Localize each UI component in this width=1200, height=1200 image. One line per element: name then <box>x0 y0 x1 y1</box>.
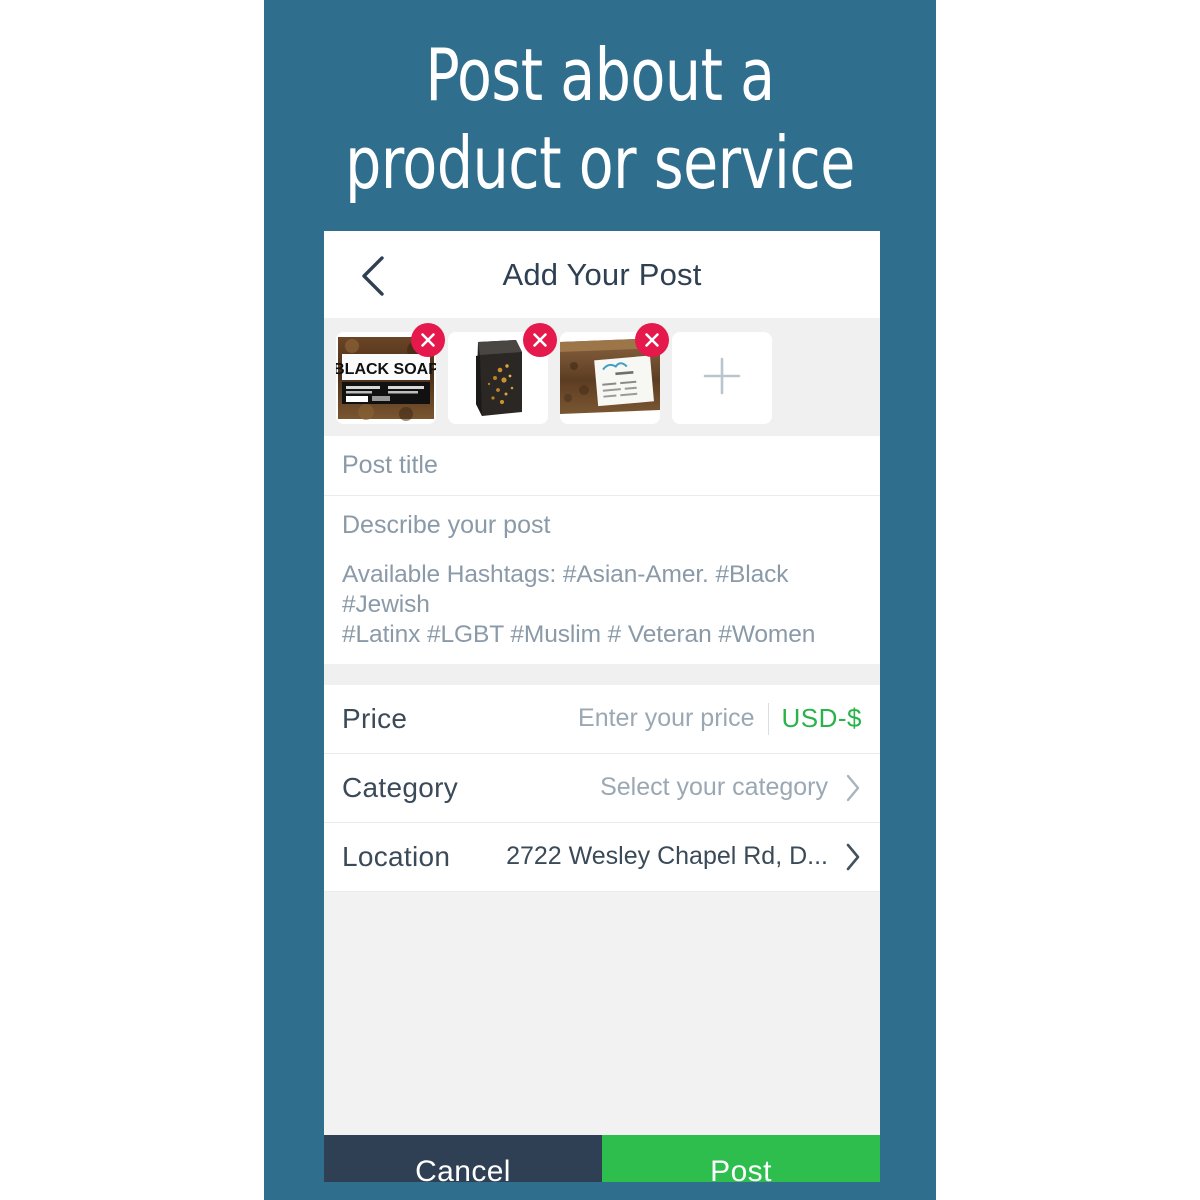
action-bar: Cancel Post <box>324 1134 880 1182</box>
price-label: Price <box>342 702 408 734</box>
remove-photo-button[interactable] <box>635 323 669 357</box>
post-button[interactable]: Post <box>602 1134 880 1182</box>
promo-heading: Post about a product or service <box>345 33 855 205</box>
svg-text:BLACK SOAP: BLACK SOAP <box>336 361 436 378</box>
category-placeholder: Select your category <box>600 773 828 802</box>
post-title-placeholder: Post title <box>342 451 438 479</box>
price-row[interactable]: Price Enter your price USD-$ <box>324 684 880 754</box>
close-icon <box>531 331 549 349</box>
available-hashtags-text: Available Hashtags: #Asian-Amer. #Black … <box>342 561 816 648</box>
location-row[interactable]: Location 2722 Wesley Chapel Rd, D... <box>324 822 880 892</box>
plus-icon <box>699 353 745 404</box>
photo-thumbnail-strip: BLACK SOAP <box>324 318 880 436</box>
screenshot-root: Post about a product or service Add Your… <box>0 0 1200 1200</box>
chevron-right-icon <box>844 772 862 804</box>
category-label: Category <box>342 771 459 803</box>
location-label: Location <box>342 840 451 872</box>
section-gap-divider <box>324 663 880 685</box>
app-header: Add Your Post <box>324 231 880 318</box>
chevron-left-icon <box>358 254 388 298</box>
phone-screen-card: Add Your Post BLACK SOAP Post title Desc… <box>324 231 880 1182</box>
remove-photo-button[interactable] <box>411 323 445 357</box>
chevron-right-icon <box>844 841 862 873</box>
page-title: Add Your Post <box>502 256 702 292</box>
photo-thumbnail[interactable] <box>448 323 557 424</box>
post-title-field[interactable]: Post title <box>324 436 880 496</box>
currency-selector[interactable]: USD-$ <box>781 703 862 734</box>
price-input-placeholder[interactable]: Enter your price <box>578 704 754 733</box>
category-row[interactable]: Category Select your category <box>324 753 880 823</box>
post-description-field[interactable]: Describe your post <box>324 496 880 554</box>
add-photo-button[interactable] <box>672 332 772 424</box>
photo-thumbnail[interactable]: BLACK SOAP <box>336 323 445 424</box>
close-icon <box>643 331 661 349</box>
post-description-placeholder: Describe your post <box>342 510 551 539</box>
available-hashtags-block: Available Hashtags: #Asian-Amer. #Black … <box>324 554 880 664</box>
cancel-button[interactable]: Cancel <box>324 1134 602 1182</box>
close-icon <box>419 331 437 349</box>
remove-photo-button[interactable] <box>523 323 557 357</box>
back-button[interactable] <box>346 249 400 303</box>
photo-thumbnail[interactable] <box>560 323 669 424</box>
empty-content-area <box>324 891 880 1135</box>
location-value: 2722 Wesley Chapel Rd, D... <box>506 842 828 871</box>
currency-divider <box>768 702 770 735</box>
